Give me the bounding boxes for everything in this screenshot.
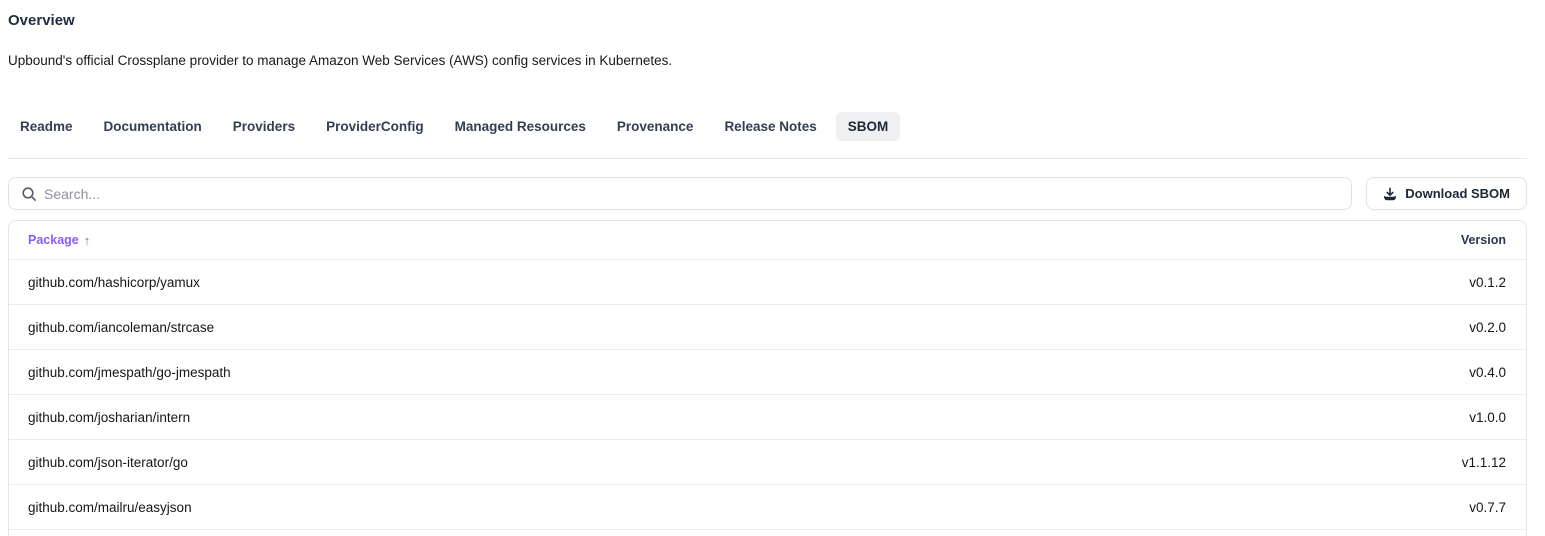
tab-bar: ReadmeDocumentationProvidersProviderConf…	[8, 112, 1527, 141]
table-row-cutoff	[9, 529, 1526, 536]
column-header-package[interactable]: Package ↑	[9, 233, 1461, 248]
tab-provenance[interactable]: Provenance	[605, 112, 706, 141]
package-cell: github.com/josharian/intern	[9, 410, 1469, 425]
column-header-version[interactable]: Version	[1461, 233, 1526, 247]
search-icon	[21, 186, 37, 202]
tab-documentation[interactable]: Documentation	[92, 112, 214, 141]
package-cell: github.com/mailru/easyjson	[9, 500, 1469, 515]
download-sbom-button[interactable]: Download SBOM	[1366, 177, 1527, 210]
package-description: Upbound's official Crossplane provider t…	[8, 53, 1527, 68]
tab-providers[interactable]: Providers	[221, 112, 307, 141]
table-row[interactable]: github.com/hashicorp/yamuxv0.1.2	[9, 259, 1526, 304]
sort-ascending-icon: ↑	[84, 233, 91, 248]
version-cell: v1.0.0	[1469, 410, 1526, 425]
tab-release-notes[interactable]: Release Notes	[712, 112, 828, 141]
tab-providerconfig[interactable]: ProviderConfig	[314, 112, 436, 141]
table-row[interactable]: github.com/josharian/internv1.0.0	[9, 394, 1526, 439]
page-container: Overview Upbound's official Crossplane p…	[0, 0, 1545, 536]
version-cell: v0.2.0	[1469, 320, 1526, 335]
package-cell: github.com/jmespath/go-jmespath	[9, 365, 1469, 380]
tab-readme[interactable]: Readme	[8, 112, 85, 141]
download-button-label: Download SBOM	[1405, 186, 1510, 201]
version-cell: v0.7.7	[1469, 500, 1526, 515]
search-input[interactable]	[44, 186, 1339, 202]
version-cell: v1.1.12	[1462, 455, 1526, 470]
sbom-table: Package ↑ Version github.com/hashicorp/y…	[8, 220, 1527, 536]
table-row[interactable]: github.com/jmespath/go-jmespathv0.4.0	[9, 349, 1526, 394]
toolbar: Download SBOM	[8, 177, 1527, 210]
table-row[interactable]: github.com/json-iterator/gov1.1.12	[9, 439, 1526, 484]
table-body: github.com/hashicorp/yamuxv0.1.2github.c…	[9, 259, 1526, 529]
version-cell: v0.1.2	[1469, 275, 1526, 290]
table-row[interactable]: github.com/iancoleman/strcasev0.2.0	[9, 304, 1526, 349]
package-cell: github.com/iancoleman/strcase	[9, 320, 1469, 335]
table-header-row: Package ↑ Version	[9, 221, 1526, 259]
page-title: Overview	[8, 12, 1527, 29]
download-icon	[1383, 187, 1397, 201]
tab-sbom[interactable]: SBOM	[836, 112, 901, 141]
version-cell: v0.4.0	[1469, 365, 1526, 380]
package-cell: github.com/json-iterator/go	[9, 455, 1462, 470]
search-box[interactable]	[8, 177, 1352, 210]
column-header-package-label: Package	[28, 233, 79, 247]
tab-divider	[8, 158, 1527, 159]
tab-managed-resources[interactable]: Managed Resources	[443, 112, 598, 141]
table-row[interactable]: github.com/mailru/easyjsonv0.7.7	[9, 484, 1526, 529]
package-cell: github.com/hashicorp/yamux	[9, 275, 1469, 290]
